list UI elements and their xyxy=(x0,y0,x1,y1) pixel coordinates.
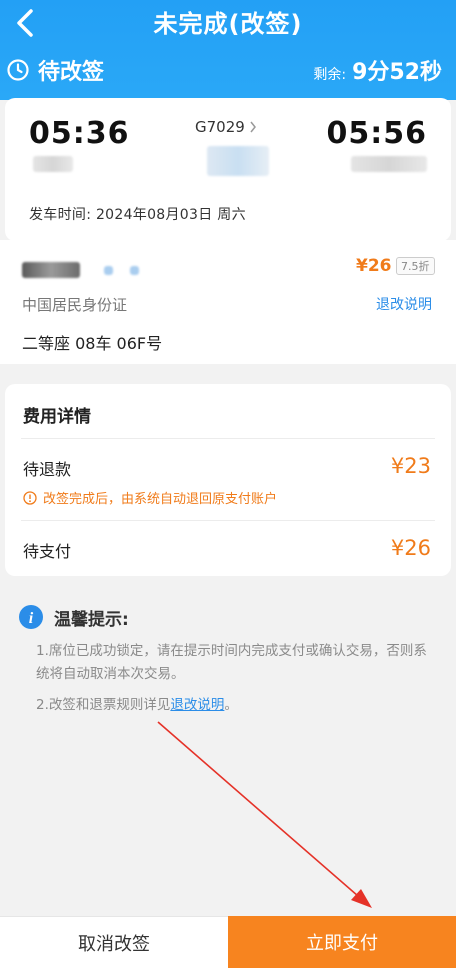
divider xyxy=(21,520,435,521)
tips-refund-rules-link[interactable]: 退改说明 xyxy=(170,697,224,713)
countdown-label: 剩余: xyxy=(313,67,347,83)
pay-pending-value: ¥26 xyxy=(390,536,431,560)
id-type: 中国居民身份证 xyxy=(22,296,128,314)
page-title: 未完成(改签) xyxy=(153,10,303,38)
duration-redacted xyxy=(207,146,269,176)
svg-text:i: i xyxy=(29,610,34,627)
departure-station-redacted xyxy=(33,156,73,172)
chevron-right-icon xyxy=(250,121,256,133)
refund-note-text: 改签完成后，由系统自动退回原支付账户 xyxy=(43,492,278,507)
pay-pending-label: 待支付 xyxy=(23,542,72,561)
fee-details-title: 费用详情 xyxy=(23,407,91,427)
header-bar: 未完成(改签) 待改签 剩余: 9分52秒 xyxy=(0,0,456,100)
train-number: G7029 xyxy=(195,118,245,136)
cancel-change-button[interactable]: 取消改签 xyxy=(0,916,228,968)
arrival-station-redacted xyxy=(351,156,427,172)
tips-section: i 温馨提示: 1.席位已成功锁定，请在提示时间内完成支付或确认交易，否则系统将… xyxy=(18,604,438,725)
tip-line-1: 1.席位已成功锁定，请在提示时间内完成支付或确认交易，否则系统将自动取消本次交易… xyxy=(36,643,427,682)
refund-note: 改签完成后，由系统自动退回原支付账户 xyxy=(23,488,277,507)
train-number-link[interactable]: G7029 xyxy=(195,118,257,136)
status-label: 待改签 xyxy=(38,60,105,85)
redacted-mark xyxy=(104,266,113,275)
passenger-name-redacted xyxy=(22,262,80,278)
passenger-info: ¥26 7.5折 中国居民身份证 退改说明 二等座 08车 06F号 xyxy=(0,240,456,364)
status-row: 待改签 剩余: 9分52秒 xyxy=(6,54,442,86)
info-icon: i xyxy=(19,605,43,629)
clock-icon xyxy=(7,59,29,81)
ticket-price: ¥26 xyxy=(356,256,392,276)
tips-title: 温馨提示: xyxy=(54,609,129,630)
train-info-card: 05:36 G7029 05:56 发车时间: 2024年08月03日 周六 xyxy=(5,98,451,241)
refund-pending-label: 待退款 xyxy=(23,460,72,479)
divider xyxy=(21,438,435,439)
departure-time: 05:36 xyxy=(29,116,130,151)
seat-info: 二等座 08车 06F号 xyxy=(22,334,163,353)
departure-date: 发车时间: 2024年08月03日 周六 xyxy=(29,207,246,223)
tip-line-2: 2.改签和退票规则详见退改说明。 xyxy=(36,697,238,713)
pay-now-button[interactable]: 立即支付 xyxy=(228,916,456,968)
countdown-value: 9分52秒 xyxy=(352,60,442,85)
refund-pending-value: ¥23 xyxy=(390,454,431,478)
fee-details-card: 费用详情 待退款 ¥23 改签完成后，由系统自动退回原支付账户 待支付 ¥26 xyxy=(5,384,451,576)
discount-badge: 7.5折 xyxy=(396,257,435,275)
redacted-mark xyxy=(130,266,139,275)
refund-rules-link[interactable]: 退改说明 xyxy=(376,294,432,314)
warning-circle-icon xyxy=(23,490,37,505)
bottom-action-bar: 取消改签 立即支付 xyxy=(0,916,456,968)
arrival-time: 05:56 xyxy=(326,116,427,151)
